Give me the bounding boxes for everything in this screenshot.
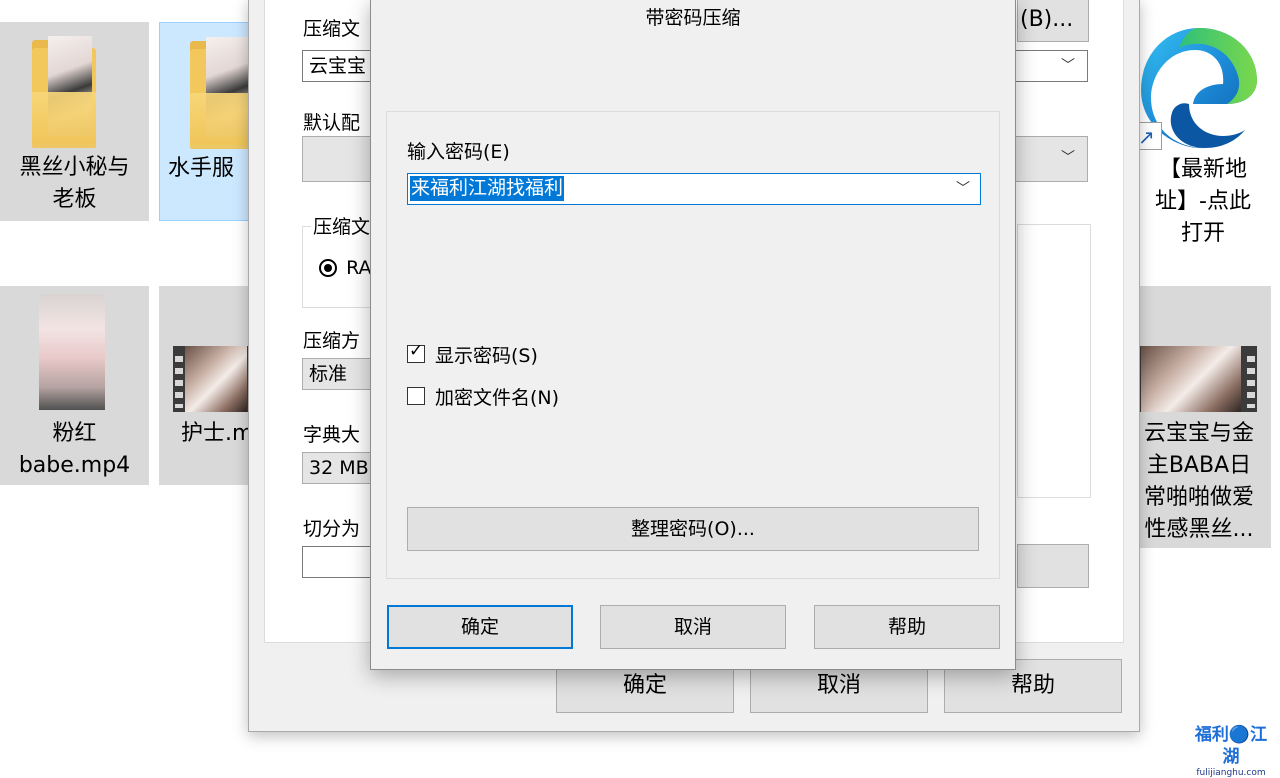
format-label: 压缩文 — [311, 212, 373, 239]
profile-label: 默认配 — [303, 112, 361, 134]
radio-selected-icon — [319, 259, 337, 277]
archive-name-label: 压缩文 — [303, 18, 361, 40]
organize-passwords-button[interactable]: 整理密码(O)... — [407, 507, 979, 551]
dictionary-size-label: 字典大 — [303, 424, 361, 446]
show-password-label: 显示密码(S) — [435, 345, 538, 367]
desktop-icon-label: 水手服 — [168, 156, 235, 181]
archive-name-value: 云宝宝 — [309, 55, 367, 77]
dialog-title: 带密码压缩 — [645, 7, 741, 29]
encrypt-filenames-label: 加密文件名(N) — [435, 387, 560, 409]
chevron-down-icon[interactable]: ﹀ — [956, 178, 970, 198]
method-label: 压缩方 — [303, 330, 361, 352]
format-option-label: RA — [346, 257, 372, 279]
password-label: 输入密码(E) — [407, 141, 510, 163]
browse-button[interactable]: (B)... — [1017, 0, 1089, 42]
chevron-down-icon[interactable]: ﹀ — [1061, 143, 1075, 173]
desktop-icon-label: 【最新地 址】-点此 打开 — [1155, 157, 1251, 246]
video-thumbnail — [173, 346, 259, 412]
password-value: 来福利江湖找福利 — [410, 176, 565, 201]
desktop-icon-label: 粉红 babe.mp4 — [18, 421, 131, 478]
checkbox-checked-icon — [407, 341, 425, 363]
desktop-icon-label: 黑丝小秘与 老板 — [19, 155, 130, 212]
dialog-help-button[interactable]: 帮助 — [814, 605, 1000, 649]
dialog-ok-button[interactable]: 确定 — [387, 605, 573, 649]
desktop-icon-label: 云宝宝与金 主BABA日 常啪啪做爱 性感黑丝... — [1143, 421, 1254, 542]
desktop-icon-folder-sailor[interactable]: 水手服 — [159, 22, 259, 221]
checkbox-unchecked-icon — [407, 387, 425, 405]
desktop-icon-video-pink[interactable]: 粉红 babe.mp4 — [0, 286, 149, 485]
password-input[interactable]: 来福利江湖找福利 ﹀ — [407, 173, 981, 205]
password-dialog: 带密码压缩 输入密码(E) 来福利江湖找福利 ﹀ 显示密码(S) 加密文件名(N… — [370, 0, 1016, 670]
format-radio-rar[interactable]: RA — [319, 256, 372, 279]
desktop-icon-folder-black-silk[interactable]: 黑丝小秘与 老板 — [0, 22, 149, 221]
split-volume-label: 切分为 — [303, 518, 361, 540]
dialog-cancel-button[interactable]: 取消 — [600, 605, 786, 649]
video-thumbnail — [1137, 346, 1257, 412]
chevron-down-icon[interactable]: ﹀ — [1061, 51, 1075, 81]
watermark-brand: 福利🔵江湖 — [1194, 725, 1268, 767]
watermark-domain: fulijianghu.com — [1196, 768, 1266, 778]
site-watermark-logo: 福利🔵江湖 fulijianghu.com — [1188, 724, 1274, 778]
desktop-icon-edge-shortcut[interactable]: 【最新地 址】-点此 打开 — [1128, 18, 1268, 248]
desktop-icon-video-nurse[interactable]: 护士.m — [159, 286, 259, 485]
video-thumbnail — [39, 294, 105, 410]
options-groupbox — [1017, 224, 1091, 498]
set-password-button[interactable] — [1017, 544, 1089, 588]
desktop-icon-video-golden[interactable]: 云宝宝与金 主BABA日 常啪啪做爱 性感黑丝... — [1131, 286, 1271, 548]
